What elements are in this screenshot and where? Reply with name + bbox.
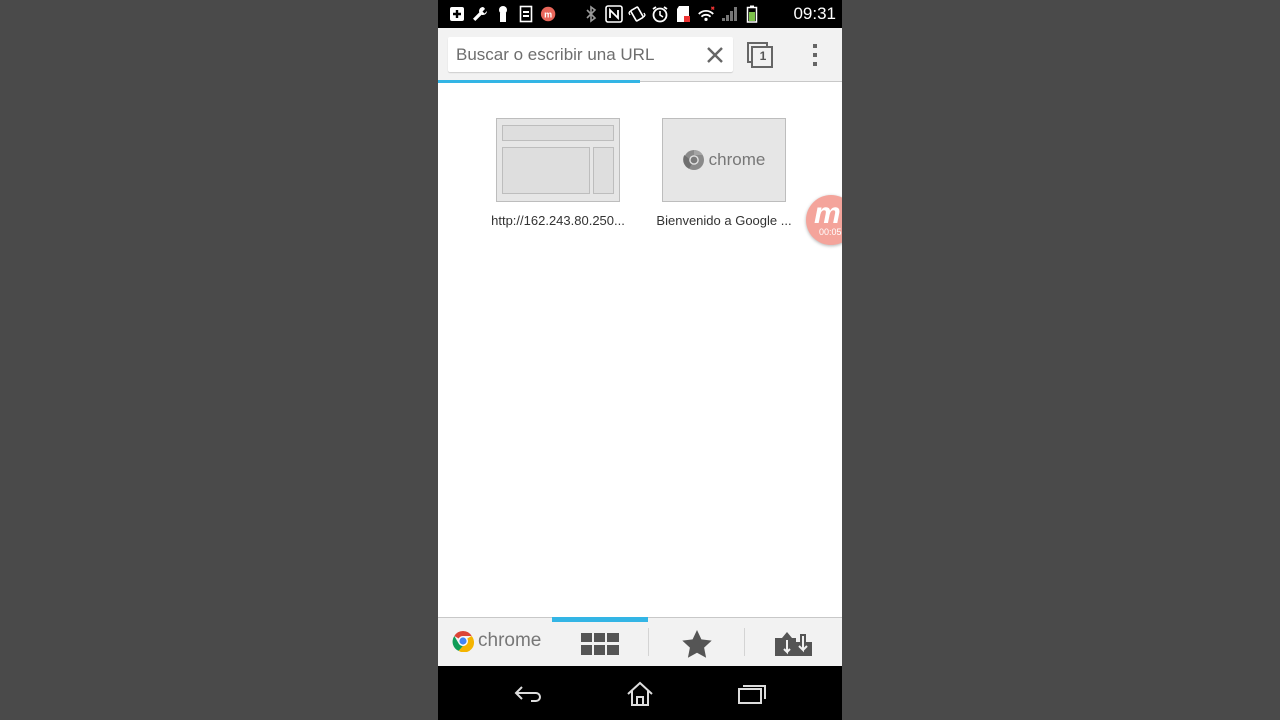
vibrate-icon [628, 5, 646, 23]
overflow-menu-button[interactable] [808, 41, 822, 69]
recent-apps-button[interactable] [732, 677, 772, 711]
menu-dot-icon [813, 44, 817, 48]
most-visited-icon [581, 633, 619, 655]
clear-url-button[interactable] [703, 43, 727, 67]
screen-recorder-bubble[interactable]: m 00:05 [806, 195, 842, 245]
signal-icon [720, 5, 738, 23]
recorder-timer: 00:05 [819, 227, 842, 237]
omnibox[interactable] [448, 37, 733, 72]
sim-icon [517, 5, 535, 23]
sd-card-icon [674, 5, 692, 23]
status-bar: m 09:31 [438, 0, 842, 28]
bluetooth-icon [582, 5, 600, 23]
active-tab-indicator [552, 617, 648, 622]
new-tab-page: http://162.243.80.250... chrome Bienveni… [438, 83, 842, 617]
phone-screen: m 09:31 Buscar o escribir una URL 1 http… [438, 0, 842, 720]
tile-caption: http://162.243.80.250... [491, 213, 625, 228]
wifi-icon [697, 5, 715, 23]
status-icons: m [448, 0, 761, 28]
tile-thumbnail: chrome [662, 118, 786, 202]
recent-apps-icon [738, 685, 766, 704]
bookmarks-button[interactable] [649, 623, 745, 665]
star-icon [682, 630, 712, 658]
chrome-logo-icon [452, 631, 474, 652]
tile-thumbnail [496, 118, 620, 202]
home-icon [627, 681, 653, 706]
most-visited-tile[interactable]: chrome Bienvenido a Google ... [649, 118, 799, 228]
most-visited-button[interactable] [552, 623, 648, 665]
url-input[interactable] [456, 37, 696, 72]
add-notification-icon [448, 5, 466, 23]
recorder-icon: m [540, 5, 558, 23]
tile-caption: Bienvenido a Google ... [656, 213, 792, 228]
home-button[interactable] [620, 677, 660, 711]
nfc-icon [605, 5, 623, 23]
chrome-wordmark: chrome [708, 150, 766, 169]
chrome-logo-icon [682, 149, 704, 170]
tab-count: 1 [759, 49, 767, 63]
browser-toolbar: 1 [438, 28, 842, 82]
menu-dot-icon [813, 53, 817, 57]
android-nav-bar [438, 666, 842, 720]
svg-text:m: m [544, 10, 552, 20]
status-time: 09:31 [793, 4, 836, 23]
wrench-icon [471, 5, 489, 23]
tab-switcher-button[interactable]: 1 [746, 41, 774, 69]
ntp-bottom-bar: chrome [438, 617, 842, 666]
other-devices-icon [775, 632, 812, 656]
alarm-icon [651, 5, 669, 23]
chrome-wordmark: chrome [478, 630, 542, 651]
recorder-logo: m [814, 197, 841, 230]
chrome-brand: chrome [452, 630, 541, 652]
back-button[interactable] [508, 677, 548, 711]
usb-icon [494, 5, 512, 23]
battery-icon [743, 5, 761, 23]
back-icon [514, 686, 541, 702]
menu-dot-icon [813, 62, 817, 66]
close-icon [707, 47, 723, 63]
other-devices-button[interactable] [745, 623, 841, 665]
most-visited-tile[interactable]: http://162.243.80.250... [483, 118, 633, 228]
